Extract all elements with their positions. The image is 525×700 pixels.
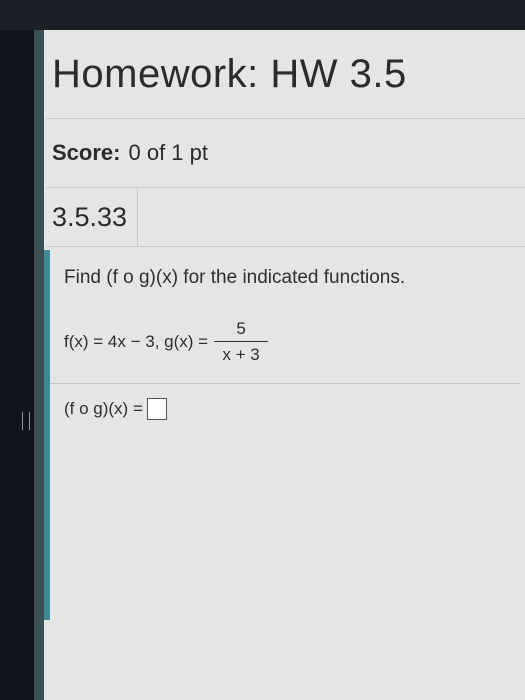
question-prompt: Find (f o g)(x) for the indicated functi… [64,267,406,288]
fraction-numerator: 5 [236,319,246,338]
homework-content: Homework: HW 3.5 Score: 0 of 1 pt 3.5.33… [46,30,525,700]
photo-frame: Homework: HW 3.5 Score: 0 of 1 pt 3.5.33… [0,0,525,700]
page-title: Homework: HW 3.5 [52,51,407,96]
functions-text: f(x) = 4x − 3, g(x) = [64,332,209,351]
answer-row: (f o g)(x) = [64,398,525,420]
answer-label: (f o g)(x) = [64,399,143,418]
left-panel-strip [34,30,44,700]
question-panel: Find (f o g)(x) for the indicated functi… [46,247,525,420]
score-row: Score: 0 of 1 pt [46,119,525,188]
fraction: 5 x + 3 [214,319,269,365]
browser-screen: Homework: HW 3.5 Score: 0 of 1 pt 3.5.33… [34,30,525,700]
panel-resize-handle[interactable] [22,412,30,430]
homework-header: Homework: HW 3.5 [46,30,525,119]
score-label: Score: [52,140,121,165]
fraction-denominator: x + 3 [222,345,260,364]
answer-input-box[interactable] [146,398,167,420]
function-definitions: f(x) = 4x − 3, g(x) = 5 x + 3 [64,319,525,365]
question-number-row: 3.5.33 [46,188,525,247]
question-divider [50,383,520,384]
question-number: 3.5.33 [46,188,139,246]
score-value: 0 of 1 pt [128,140,208,165]
top-bezel [0,0,525,30]
